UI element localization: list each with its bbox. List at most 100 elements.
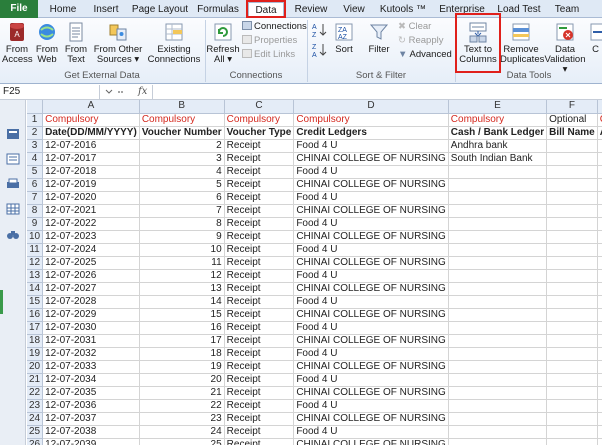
cell-a[interactable]: 12-07-2037: [42, 412, 140, 426]
cell-e[interactable]: Cash / Bank Ledger: [448, 126, 548, 140]
properties-button[interactable]: Properties: [242, 35, 297, 47]
cell-d[interactable]: CHINAI COLLEGE OF NURSING: [293, 412, 449, 426]
cell-f[interactable]: [546, 321, 598, 335]
cell-b[interactable]: 25: [139, 438, 225, 445]
from-web-button[interactable]: From Web: [33, 21, 61, 65]
cell-d[interactable]: CHINAI COLLEGE OF NURSING: [293, 204, 449, 218]
cell-f[interactable]: [546, 399, 598, 413]
from-access-button[interactable]: A From Access: [2, 21, 33, 65]
row-header[interactable]: 12: [27, 256, 44, 270]
insert-function-button[interactable]: fx: [138, 85, 147, 99]
cell-d[interactable]: CHINAI COLLEGE OF NURSING: [293, 386, 449, 400]
cell-a[interactable]: Date(DD/MM/YYYY): [42, 126, 140, 140]
cell-a[interactable]: 12-07-2024: [42, 243, 140, 257]
cell-c[interactable]: Receipt: [224, 386, 295, 400]
cell-c[interactable]: Receipt: [224, 308, 295, 322]
row-header[interactable]: 20: [27, 360, 44, 374]
cell-a[interactable]: 12-07-2035: [42, 386, 140, 400]
cell-d[interactable]: Food 4 U: [293, 399, 449, 413]
cell-g[interactable]: 24: [597, 152, 602, 166]
cell-d[interactable]: Food 4 U: [293, 243, 449, 257]
cell-b[interactable]: 23: [139, 412, 225, 426]
cell-b[interactable]: 21: [139, 386, 225, 400]
cell-c[interactable]: Receipt: [224, 243, 295, 257]
cell-g[interactable]: [597, 243, 602, 257]
cell-c[interactable]: Receipt: [224, 321, 295, 335]
cell-a[interactable]: 12-07-2025: [42, 256, 140, 270]
cell-c[interactable]: Receipt: [224, 269, 295, 283]
cell-b[interactable]: 14: [139, 295, 225, 309]
row-header[interactable]: 26: [27, 438, 44, 445]
cell-f[interactable]: [546, 360, 598, 374]
column-header-d[interactable]: D: [293, 100, 449, 114]
row-header[interactable]: 21: [27, 373, 44, 387]
cell-f[interactable]: [546, 243, 598, 257]
cell-c[interactable]: Receipt: [224, 347, 295, 361]
data-validation-button[interactable]: Data Validation ▾: [543, 21, 587, 75]
cell-g[interactable]: [597, 191, 602, 205]
list-icon[interactable]: [6, 153, 20, 165]
cell-e[interactable]: [448, 191, 548, 205]
reapply-button[interactable]: ↻ Reapply: [398, 35, 443, 47]
row-header[interactable]: 25: [27, 425, 44, 439]
cell-f[interactable]: Optional: [546, 113, 598, 127]
cell-b[interactable]: Compulsory: [139, 113, 225, 127]
refresh-all-button[interactable]: Refresh All ▾: [206, 21, 240, 65]
cell-c[interactable]: Receipt: [224, 373, 295, 387]
cell-f[interactable]: [546, 438, 598, 445]
row-header[interactable]: 3: [27, 139, 44, 153]
advanced-button[interactable]: ▼ Advanced: [398, 49, 452, 61]
row-header[interactable]: 10: [27, 230, 44, 244]
row-header[interactable]: 17: [27, 321, 44, 335]
row-header[interactable]: 18: [27, 334, 44, 348]
cell-a[interactable]: 12-07-2023: [42, 230, 140, 244]
cell-f[interactable]: [546, 139, 598, 153]
row-header[interactable]: 14: [27, 282, 44, 296]
cell-d[interactable]: Food 4 U: [293, 425, 449, 439]
row-header[interactable]: 4: [27, 152, 44, 166]
cell-f[interactable]: [546, 412, 598, 426]
cell-g[interactable]: [597, 295, 602, 309]
cell-d[interactable]: CHINAI COLLEGE OF NURSING: [293, 230, 449, 244]
from-text-button[interactable]: From Text: [62, 21, 90, 65]
edit-links-button[interactable]: Edit Links: [242, 49, 295, 61]
cell-b[interactable]: 10: [139, 243, 225, 257]
cell-b[interactable]: 17: [139, 334, 225, 348]
cell-g[interactable]: [597, 373, 602, 387]
row-header[interactable]: 24: [27, 412, 44, 426]
cell-e[interactable]: Andhra bank: [448, 139, 548, 153]
row-header[interactable]: 5: [27, 165, 44, 179]
cell-f[interactable]: [546, 373, 598, 387]
row-header[interactable]: 16: [27, 308, 44, 322]
tab-file[interactable]: File: [0, 0, 38, 18]
cell-c[interactable]: Receipt: [224, 139, 295, 153]
cell-c[interactable]: Receipt: [224, 399, 295, 413]
cell-e[interactable]: [448, 204, 548, 218]
cell-d[interactable]: CHINAI COLLEGE OF NURSING: [293, 308, 449, 322]
cell-f[interactable]: [546, 347, 598, 361]
cell-c[interactable]: Receipt: [224, 165, 295, 179]
cell-e[interactable]: [448, 243, 548, 257]
cell-f[interactable]: [546, 256, 598, 270]
cell-a[interactable]: 12-07-2021: [42, 204, 140, 218]
cell-e[interactable]: [448, 386, 548, 400]
cell-c[interactable]: Receipt: [224, 360, 295, 374]
cell-f[interactable]: [546, 178, 598, 192]
consolidate-button[interactable]: C: [589, 21, 602, 55]
cell-a[interactable]: 12-07-2029: [42, 308, 140, 322]
cell-b[interactable]: 16: [139, 321, 225, 335]
binoculars-icon[interactable]: [6, 228, 20, 240]
cell-c[interactable]: Receipt: [224, 256, 295, 270]
cell-a[interactable]: 12-07-2031: [42, 334, 140, 348]
cell-c[interactable]: Voucher Type: [224, 126, 295, 140]
tab-page-layout[interactable]: Page Layout: [131, 2, 189, 18]
cell-e[interactable]: [448, 334, 548, 348]
cell-d[interactable]: Food 4 U: [293, 139, 449, 153]
cell-c[interactable]: Receipt: [224, 295, 295, 309]
row-header[interactable]: 19: [27, 347, 44, 361]
cell-c[interactable]: Receipt: [224, 425, 295, 439]
cell-b[interactable]: 24: [139, 425, 225, 439]
cell-d[interactable]: Credit Ledgers: [293, 126, 449, 140]
from-other-sources-button[interactable]: From Other Sources ▾: [92, 21, 144, 65]
filter-button[interactable]: Filter: [364, 21, 394, 55]
